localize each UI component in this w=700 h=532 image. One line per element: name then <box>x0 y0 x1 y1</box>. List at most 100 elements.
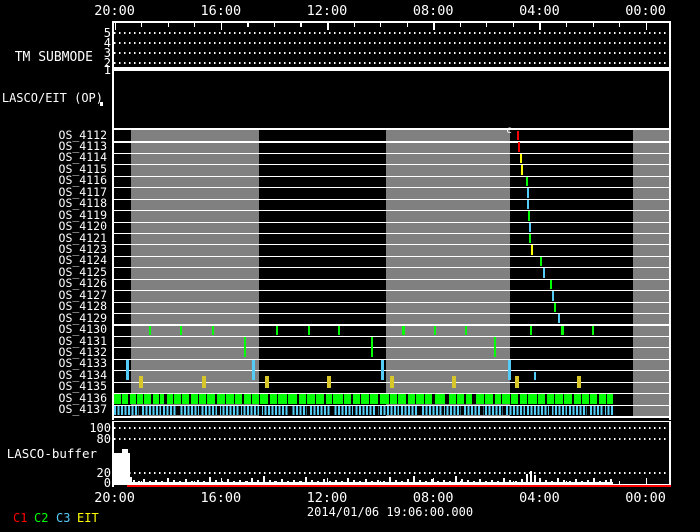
os4134-cyan-tick <box>534 371 536 381</box>
buffer-noise-spike <box>305 477 307 484</box>
os-row-separator <box>112 370 671 372</box>
os4136-gap <box>415 394 416 404</box>
top-axis-minor-tick <box>565 22 568 28</box>
tm-submode-gridline <box>114 42 669 44</box>
bottom-axis-minor-tick <box>406 480 408 484</box>
os4136-gap <box>151 394 153 404</box>
os-row-separator <box>112 141 671 143</box>
buffer-gridline-100 <box>114 427 669 429</box>
os4136-gap <box>287 394 288 404</box>
os4136-gap <box>537 394 538 404</box>
top-axis-major-tick <box>327 22 329 31</box>
os4136-gap <box>456 394 457 404</box>
os4137-gap <box>481 405 483 415</box>
os4136-gap <box>189 394 191 404</box>
buffer-fill-peak <box>122 449 128 453</box>
upper-panels-right-edge <box>669 21 671 128</box>
top-axis-label: 12:00 <box>306 3 348 19</box>
top-axis-major-tick <box>539 22 541 31</box>
os4137-gap <box>331 405 334 415</box>
bottom-axis-minor-tick <box>512 480 514 484</box>
os4136-gap <box>378 394 380 404</box>
os-cascade-tick-cyan <box>552 291 554 301</box>
buffer-noise-spike <box>530 471 532 484</box>
os-cascade-tick-cyan <box>529 222 531 232</box>
os-row-separator <box>112 267 671 269</box>
os4137-gap <box>587 405 590 415</box>
bottom-axis-minor-tick <box>592 480 594 484</box>
os4136-gap <box>464 394 466 404</box>
top-axis-label: 00:00 <box>625 3 666 19</box>
os4136-gap <box>297 394 299 404</box>
bottom-axis-minor-tick <box>459 480 461 484</box>
os4136-gap <box>242 394 244 404</box>
lasco-telemetry-timeline-plot: TM SUBMODE LASCO/EIT (OP) LASCO-buffer 2… <box>0 0 700 532</box>
bottom-axis-minor-tick <box>565 480 568 484</box>
bottom-axis-label: 04:00 <box>519 489 560 506</box>
os-cascade-tick-green <box>526 176 528 187</box>
top-axis-minor-tick <box>167 22 169 28</box>
os-row-separator <box>112 347 671 349</box>
tm-submode-gridline <box>114 62 669 64</box>
buffer-ytick-label: 0 <box>103 475 111 490</box>
os4136-gap <box>351 394 353 404</box>
os4137-gap <box>461 405 464 415</box>
os-panel-bottom-border <box>112 416 671 418</box>
os-row-separator <box>112 335 671 337</box>
os4130-green-tick <box>402 325 405 335</box>
os-panel-gray-band <box>386 130 510 416</box>
os-row-separator <box>112 290 671 292</box>
os4136-gap <box>472 394 476 404</box>
os4130-green-tick <box>465 325 467 335</box>
os-cascade-tick-red <box>518 142 520 152</box>
buffer-noise-spike <box>534 475 536 484</box>
buffer-noise-spike <box>209 477 211 484</box>
os4130-green-tick <box>338 325 340 335</box>
bottom-axis-major-tick <box>539 478 541 484</box>
buffer-panel-top-border <box>112 420 671 422</box>
os4136-gap <box>343 394 344 404</box>
os-row-separator <box>112 187 671 189</box>
os4136-gap <box>518 394 520 404</box>
os4136-gap <box>121 394 122 404</box>
bottom-axis-major-tick <box>114 478 116 484</box>
legend-item-eit: EIT <box>77 510 99 525</box>
os4136-gap <box>159 394 160 404</box>
os4136-gap <box>306 394 307 404</box>
current-timestamp: 2014/01/06 19:06:00.000 <box>306 505 474 519</box>
lasco-eit-op-label: LASCO/EIT (OP) <box>1 91 103 105</box>
os4136-gap <box>173 394 174 404</box>
bottom-axis-major-tick <box>220 478 223 484</box>
top-axis-minor-tick <box>512 22 515 28</box>
bottom-axis-major-tick <box>327 478 329 484</box>
os-panel-gray-band <box>633 130 671 416</box>
os-row-separator <box>112 175 671 177</box>
os4136-gap <box>369 394 370 404</box>
tm-submode-gridline <box>114 52 669 54</box>
os4137-gap <box>353 405 355 415</box>
top-axis-minor-tick <box>141 22 143 28</box>
os4136-gap <box>389 394 390 404</box>
os4134-35-yellow-tick <box>202 375 206 388</box>
buffer-panel-right-edge <box>669 420 671 487</box>
top-axis-major-tick <box>645 22 648 31</box>
os4137-gap <box>139 405 142 415</box>
top-axis-minor-tick <box>300 22 302 28</box>
os4136-gap <box>268 394 270 404</box>
os4136-gap <box>406 394 408 404</box>
os4133-34-cyan-tick <box>508 360 511 381</box>
os4136-gap <box>136 394 137 404</box>
os4137-gap <box>288 405 291 415</box>
bottom-axis-minor-tick <box>380 480 382 484</box>
tm-submode-gridline <box>114 32 669 34</box>
os4136-gap <box>206 394 207 404</box>
bottom-axis-label: 16:00 <box>200 489 242 506</box>
buffer-noise-spike <box>413 476 415 484</box>
top-axis-minor-tick <box>353 22 355 28</box>
os4136-gap <box>181 394 182 404</box>
buffer-ytick-label: 80 <box>96 431 111 446</box>
bottom-axis-label: 12:00 <box>306 489 348 506</box>
top-axis-label: 16:00 <box>200 3 242 19</box>
os4136-gap <box>554 394 555 404</box>
os4136-gap <box>259 394 260 404</box>
